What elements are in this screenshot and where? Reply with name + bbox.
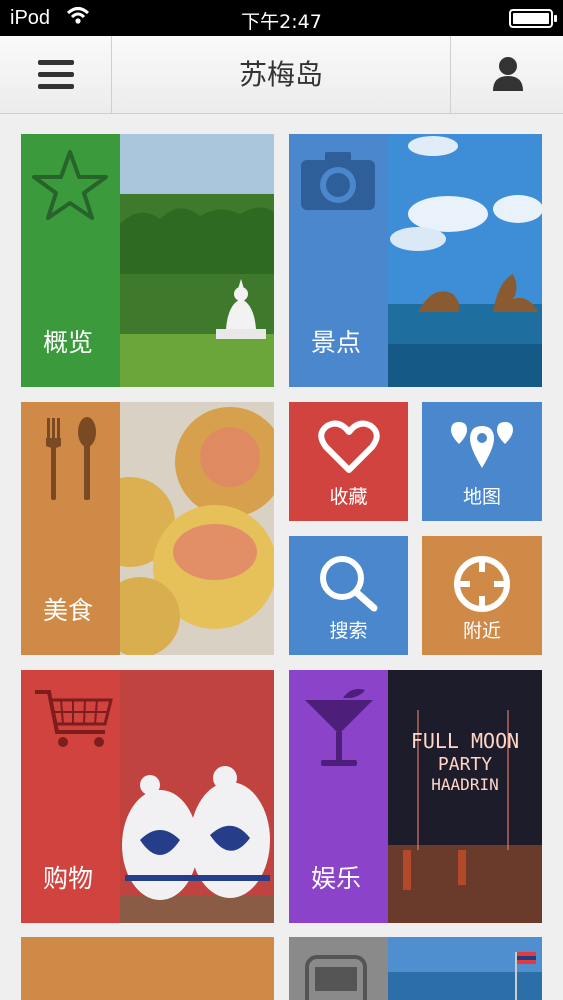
menu-button[interactable] xyxy=(0,36,112,114)
search-icon xyxy=(319,556,377,612)
cocktail-icon xyxy=(305,689,373,766)
clock: 下午2:47 xyxy=(241,11,322,33)
tile-entertainment-label: 娱乐 xyxy=(311,864,362,893)
party-sign-line3: HAADRIN xyxy=(431,775,498,794)
cart-icon xyxy=(35,690,113,747)
tile-food[interactable]: 美食 xyxy=(21,402,274,655)
tile-favorites-label: 收藏 xyxy=(329,486,368,508)
overview-photo xyxy=(120,134,274,387)
heart-icon xyxy=(317,420,380,473)
tile-food-label: 美食 xyxy=(43,596,94,625)
tile-partial-right[interactable] xyxy=(289,937,542,1000)
sights-photo xyxy=(388,134,542,387)
tile-overview[interactable]: 概览 xyxy=(21,134,274,387)
tile-map-label: 地图 xyxy=(462,486,501,508)
status-bar: iPod 下午2:47 xyxy=(0,0,563,36)
battery-icon xyxy=(509,9,557,28)
nav-bar: 苏梅岛 xyxy=(0,36,563,114)
tile-favorites[interactable]: 收藏 xyxy=(289,402,408,521)
user-icon xyxy=(493,57,523,91)
tile-partial-left[interactable] xyxy=(21,937,274,1000)
tile-overview-label: 概览 xyxy=(43,328,94,357)
tile-sights-label: 景点 xyxy=(311,328,362,357)
food-photo xyxy=(85,402,274,655)
entertainment-photo: FULL MOON PARTY HAADRIN xyxy=(388,670,542,923)
shopping-photo xyxy=(120,670,274,923)
map-pin-icon xyxy=(451,422,513,468)
tile-shopping-label: 购物 xyxy=(43,864,94,893)
tile-shopping[interactable]: 购物 xyxy=(21,670,274,923)
tile-search[interactable]: 搜索 xyxy=(289,536,408,655)
tile-map[interactable]: 地图 xyxy=(422,402,542,521)
transport-photo xyxy=(388,937,542,1000)
tile-sights[interactable]: 景点 xyxy=(289,134,542,387)
page-title: 苏梅岛 xyxy=(238,58,323,91)
tile-search-label: 搜索 xyxy=(329,620,368,642)
camera-icon xyxy=(301,152,375,210)
tile-nearby[interactable]: 附近 xyxy=(422,536,542,655)
party-sign-line2: PARTY xyxy=(438,754,492,775)
party-sign-line1: FULL MOON xyxy=(411,729,519,753)
tile-entertainment[interactable]: FULL MOON PARTY HAADRIN 娱乐 xyxy=(289,670,542,923)
bus-icon xyxy=(305,955,367,1000)
profile-button[interactable] xyxy=(450,36,563,114)
tile-nearby-label: 附近 xyxy=(462,620,501,642)
fork-spoon-icon xyxy=(46,417,96,500)
star-icon xyxy=(32,150,108,220)
crosshair-icon xyxy=(454,556,510,612)
